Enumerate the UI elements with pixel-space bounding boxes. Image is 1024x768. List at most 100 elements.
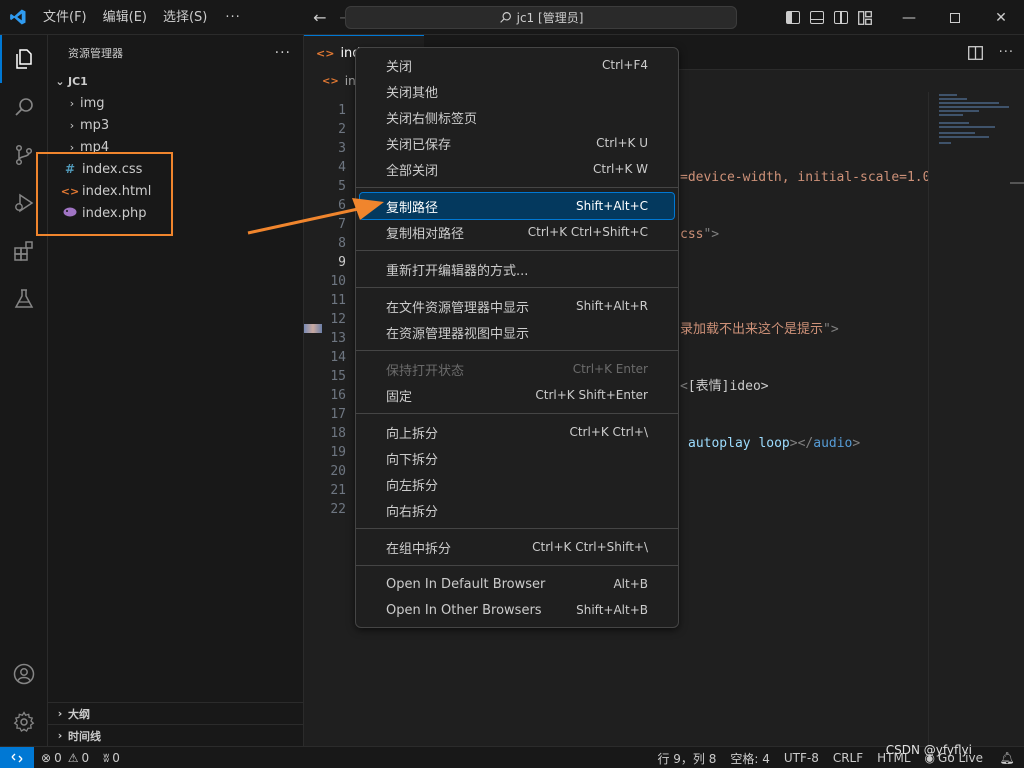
line-number[interactable]: 4 bbox=[304, 158, 346, 177]
line-number[interactable]: 11 bbox=[304, 291, 346, 310]
annotation-highlight-box bbox=[36, 152, 173, 236]
menu-item[interactable]: Open In Default Browser Alt+B bbox=[360, 571, 674, 597]
menu-item[interactable]: 在组中拆分 Ctrl+K Ctrl+Shift+\ bbox=[360, 534, 674, 560]
menu-item[interactable]: 全部关闭 Ctrl+K W bbox=[360, 156, 674, 182]
menu-item-label: 固定 bbox=[386, 389, 413, 405]
folder-label: img bbox=[80, 95, 105, 111]
line-number[interactable]: 19 bbox=[304, 443, 346, 462]
menu-item-label: 在组中拆分 bbox=[386, 541, 452, 557]
scrollbar-thumb[interactable] bbox=[1010, 182, 1024, 184]
line-number[interactable]: 1 bbox=[304, 101, 346, 120]
line-number[interactable]: 20 bbox=[304, 462, 346, 481]
menu-item[interactable]: 重新打开编辑器的方式... bbox=[360, 256, 674, 282]
eol-status[interactable]: CRLF bbox=[826, 747, 870, 768]
code-line-13[interactable]: 录加载不出来这个是提示"> bbox=[680, 320, 839, 339]
menu-item: 保持打开状态 Ctrl+K Enter bbox=[360, 356, 674, 382]
menu-item-label: 关闭 bbox=[386, 59, 413, 75]
explorer-icon[interactable] bbox=[0, 35, 48, 83]
menu-item-shortcut: Ctrl+F4 bbox=[602, 58, 648, 72]
toggle-panel-icon[interactable] bbox=[810, 11, 824, 24]
cursor-position[interactable]: 行 9，列 8 bbox=[650, 747, 723, 768]
notifications-bell-icon[interactable]: 🔔︎ bbox=[990, 747, 1024, 768]
line-number[interactable]: 2 bbox=[304, 120, 346, 139]
line-number[interactable]: 17 bbox=[304, 405, 346, 424]
menu-item-label: 向下拆分 bbox=[386, 452, 439, 468]
menu-item-label: 关闭已保存 bbox=[386, 137, 452, 153]
broadcast-icon: ʬ bbox=[103, 750, 110, 765]
menu-item-label: Open In Other Browsers bbox=[386, 602, 542, 618]
workspace-root[interactable]: ⌄ JC1 bbox=[48, 70, 303, 92]
remote-window-icon[interactable] bbox=[0, 746, 34, 768]
tree-folder[interactable]: › img bbox=[48, 92, 303, 114]
back-arrow-icon[interactable]: ← bbox=[307, 8, 333, 27]
menu-item[interactable]: 固定 Ctrl+K Shift+Enter bbox=[360, 382, 674, 408]
menu-item-label: 保持打开状态 bbox=[386, 363, 465, 379]
menu-edit[interactable]: 编辑(E) bbox=[95, 0, 155, 35]
chevron-right-icon: › bbox=[57, 729, 63, 742]
search-icon[interactable] bbox=[0, 83, 48, 131]
timeline-section[interactable]: › 时间线 bbox=[48, 724, 304, 746]
menu-item[interactable]: 关闭右侧标签页 bbox=[360, 104, 674, 130]
line-number[interactable]: 14 bbox=[304, 348, 346, 367]
code-line-5[interactable]: =device-width, initial-scale=1.0" bbox=[680, 168, 938, 187]
explorer-more-button[interactable]: ··· bbox=[275, 45, 291, 61]
tab-context-menu: 关闭 Ctrl+F4 关闭其他 关闭右侧标签页 关闭已保存 Ctrl+K U 全部关闭 Ctr… bbox=[355, 47, 679, 628]
menu-item[interactable]: 关闭其他 bbox=[360, 78, 674, 104]
menu-item[interactable]: 向上拆分 Ctrl+K Ctrl+\ bbox=[360, 419, 674, 445]
code-line-16[interactable]: <[表情]ideo> bbox=[680, 377, 769, 396]
menu-more-button[interactable]: ··· bbox=[215, 10, 250, 25]
encoding-status[interactable]: UTF-8 bbox=[777, 747, 826, 768]
maximize-icon[interactable] bbox=[932, 0, 978, 35]
menu-file[interactable]: 文件(F) bbox=[35, 0, 95, 35]
menu-item[interactable]: 关闭 Ctrl+F4 bbox=[360, 52, 674, 78]
minimap[interactable] bbox=[928, 92, 1024, 746]
toggle-secondary-sidebar-icon[interactable] bbox=[834, 11, 848, 24]
accounts-icon[interactable] bbox=[0, 650, 48, 698]
line-number[interactable]: 10 bbox=[304, 272, 346, 291]
line-number[interactable]: 9 bbox=[304, 253, 346, 272]
menu-item[interactable]: 复制路径 Shift+Alt+C bbox=[359, 192, 675, 220]
menu-selection[interactable]: 选择(S) bbox=[155, 0, 215, 35]
customize-layout-icon[interactable] bbox=[858, 11, 872, 25]
line-number[interactable]: 16 bbox=[304, 386, 346, 405]
menu-item[interactable]: 在文件资源管理器中显示 Shift+Alt+R bbox=[360, 293, 674, 319]
menu-item[interactable]: Open In Other Browsers Shift+Alt+B bbox=[360, 597, 674, 623]
code-line-19[interactable]: autoplay loop></audio> bbox=[688, 434, 860, 453]
menu-separator bbox=[356, 350, 678, 351]
line-number[interactable]: 22 bbox=[304, 500, 346, 519]
tree-folder[interactable]: › mp3 bbox=[48, 114, 303, 136]
editor-more-button[interactable]: ··· bbox=[999, 45, 1014, 60]
outline-section[interactable]: › 大纲 bbox=[48, 702, 304, 724]
menu-item[interactable]: 向右拆分 bbox=[360, 497, 674, 523]
menu-separator bbox=[356, 565, 678, 566]
menu-item-shortcut: Ctrl+K Ctrl+Shift+\ bbox=[532, 540, 648, 554]
minimize-icon[interactable]: — bbox=[886, 0, 932, 35]
close-icon[interactable]: ✕ bbox=[978, 0, 1024, 35]
line-number[interactable]: 18 bbox=[304, 424, 346, 443]
menu-item-label: 复制路径 bbox=[386, 200, 439, 216]
menu-item[interactable]: 关闭已保存 Ctrl+K U bbox=[360, 130, 674, 156]
workspace-root-label: JC1 bbox=[68, 74, 88, 88]
menu-item[interactable]: 向左拆分 bbox=[360, 471, 674, 497]
menu-separator bbox=[356, 528, 678, 529]
toggle-primary-sidebar-icon[interactable] bbox=[786, 11, 800, 24]
ports-status[interactable]: ʬ 0 bbox=[96, 747, 127, 768]
indentation-status[interactable]: 空格: 4 bbox=[723, 747, 777, 768]
menu-item[interactable]: 向下拆分 bbox=[360, 445, 674, 471]
menu-separator bbox=[356, 187, 678, 188]
menu-separator bbox=[356, 413, 678, 414]
settings-gear-icon[interactable] bbox=[0, 698, 48, 746]
testing-flask-icon[interactable] bbox=[0, 275, 48, 323]
line-number[interactable]: 21 bbox=[304, 481, 346, 500]
chevron-right-icon: › bbox=[69, 96, 75, 110]
split-editor-icon[interactable] bbox=[967, 45, 983, 60]
search-icon bbox=[499, 12, 511, 23]
chevron-right-icon: › bbox=[57, 707, 63, 720]
menu-item[interactable]: 复制相对路径 Ctrl+K Ctrl+Shift+C bbox=[360, 219, 674, 245]
menu-item[interactable]: 在资源管理器视图中显示 bbox=[360, 319, 674, 345]
line-number[interactable]: 3 bbox=[304, 139, 346, 158]
command-center-search[interactable]: jc1 [管理员] bbox=[345, 6, 737, 29]
problems-status[interactable]: ⊗ 0 ⚠ 0 bbox=[34, 747, 96, 768]
line-number[interactable]: 15 bbox=[304, 367, 346, 386]
code-line-8[interactable]: css"> bbox=[680, 225, 719, 244]
